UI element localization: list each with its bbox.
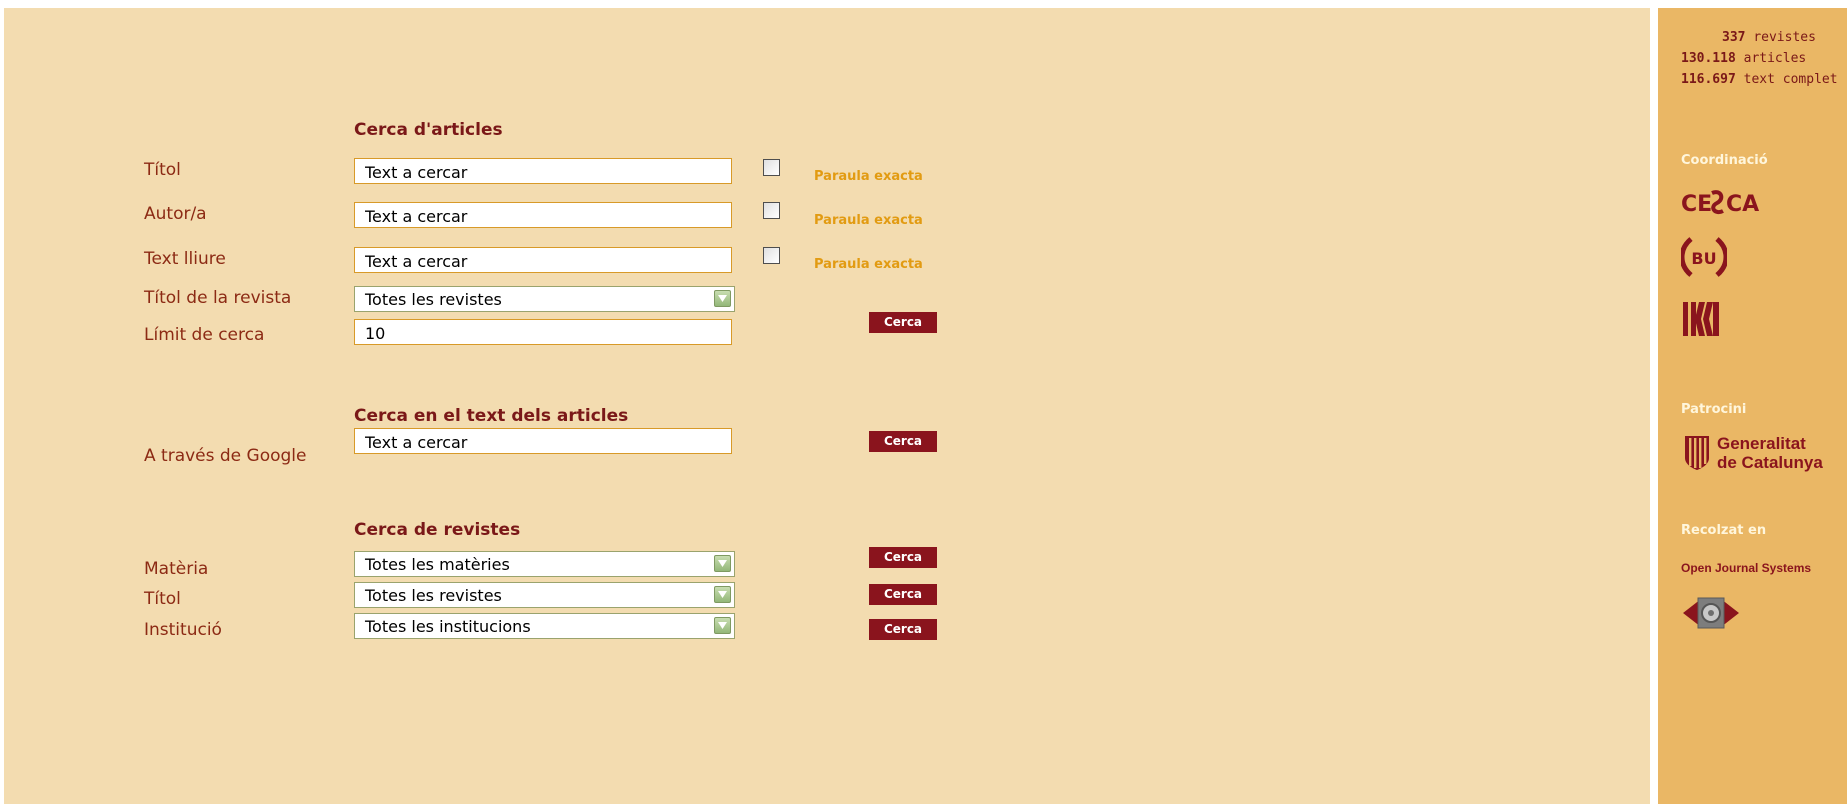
google-search-input[interactable] [354,428,732,454]
sidebar: 337 revistes 130.118 articles 116.697 te… [1658,8,1847,804]
subject-select-value: Totes les matèries [365,555,510,574]
main-panel: Cerca d'articles Títol Paraula exacta Au… [4,8,1650,804]
built-on-heading: Recolzat en [1681,523,1767,538]
institution-label: Institució [144,620,222,640]
author-exact-label: Paraula exacta [814,213,923,228]
ojs-link[interactable]: Open Journal Systems [1681,561,1811,575]
stat-fulltext: 116.697 text complet [1681,72,1838,87]
chevron-down-icon[interactable] [714,617,731,634]
journal-title-label-2: Títol [144,589,181,609]
generalitat-line2: de Catalunya [1717,453,1823,472]
cesca-logo[interactable]: CE CA [1681,189,1767,221]
generalitat-logo[interactable]: Generalitat de Catalunya [1681,430,1847,480]
journal-title-label: Títol de la revista [144,288,292,308]
title-exact-label: Paraula exacta [814,169,923,184]
author-label: Autor/a [144,204,207,224]
ojs-logo[interactable] [1681,595,1741,635]
google-search-heading: Cerca en el text dels articles [354,406,629,426]
journal-search-heading: Cerca de revistes [354,520,521,540]
coordination-heading: Coordinació [1681,153,1768,168]
journal-title-select[interactable]: Totes les revistes [354,286,735,312]
subject-search-button[interactable]: Cerca [869,547,937,568]
journal-select-value: Totes les revistes [365,586,502,605]
freetext-exact-checkbox[interactable] [763,247,780,264]
articles-search-heading: Cerca d'articles [354,120,503,140]
title-label: Títol [144,160,181,180]
institution-select-value: Totes les institucions [365,617,531,636]
author-input[interactable] [354,202,732,228]
google-label: A través de Google [144,446,307,466]
freetext-exact-label: Paraula exacta [814,257,923,272]
subject-label: Matèria [144,559,209,579]
articles-search-button[interactable]: Cerca [869,312,937,333]
institution-search-button[interactable]: Cerca [869,619,937,640]
author-exact-checkbox[interactable] [763,202,780,219]
freetext-label: Text lliure [144,249,226,269]
svg-text:CE: CE [1681,192,1712,217]
stat-articles: 130.118 articles [1681,51,1807,66]
svg-text:CA: CA [1726,192,1759,217]
generalitat-line1: Generalitat [1717,434,1806,453]
search-limit-input[interactable] [354,319,732,345]
bu-logo[interactable]: BU [1679,233,1729,285]
freetext-input[interactable] [354,247,732,273]
title-input[interactable] [354,158,732,184]
journal-select[interactable]: Totes les revistes [354,582,735,608]
stat-journals: 337 revistes [1722,30,1816,45]
institution-select[interactable]: Totes les institucions [354,613,735,639]
google-search-button[interactable]: Cerca [869,431,937,452]
divider [1650,8,1658,804]
chevron-down-icon[interactable] [714,290,731,307]
subject-select[interactable]: Totes les matèries [354,551,735,577]
ibc-logo[interactable] [1681,298,1723,344]
search-limit-label: Límit de cerca [144,325,265,345]
sponsorship-heading: Patrocini [1681,402,1747,417]
journal-title-select-value: Totes les revistes [365,290,502,309]
chevron-down-icon[interactable] [714,555,731,572]
title-exact-checkbox[interactable] [763,159,780,176]
bu-logo-text: BU [1691,249,1716,268]
chevron-down-icon[interactable] [714,586,731,603]
journal-search-button[interactable]: Cerca [869,584,937,605]
